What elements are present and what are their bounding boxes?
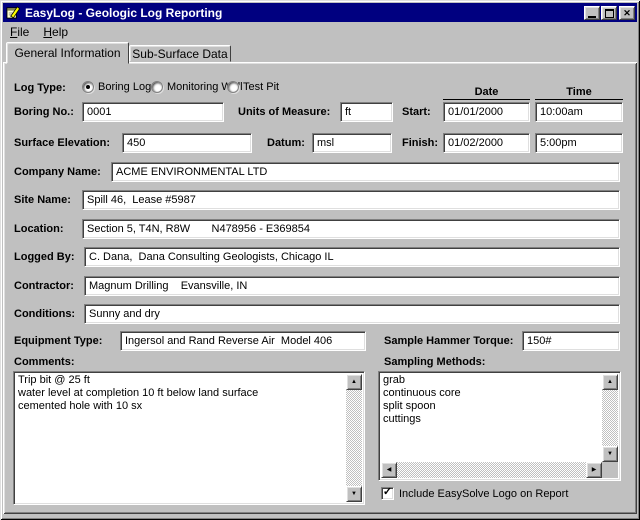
scroll-up-icon: ▲ bbox=[351, 379, 357, 385]
datum-label: Datum: bbox=[267, 137, 305, 149]
scroll-down-button[interactable]: ▼ bbox=[602, 446, 618, 462]
site-name-label: Site Name: bbox=[14, 194, 71, 206]
menu-item-help[interactable]: Help bbox=[36, 23, 75, 41]
finish-date-input[interactable]: 01/02/2000 bbox=[443, 133, 530, 153]
notepad-pencil-icon bbox=[6, 6, 21, 19]
scroll-up-icon: ▲ bbox=[607, 379, 613, 385]
scrollbar-corner bbox=[602, 462, 618, 478]
start-date-input[interactable]: 01/01/2000 bbox=[443, 102, 530, 122]
sampling-methods-label: Sampling Methods: bbox=[384, 356, 486, 368]
sample-hammer-torque-label: Sample Hammer Torque: bbox=[384, 335, 514, 347]
maximize-icon bbox=[604, 8, 614, 18]
logo-checkbox-label: Include EasySolve Logo on Report bbox=[399, 487, 569, 500]
radio-icon bbox=[227, 81, 239, 93]
radio-boring-log[interactable]: Boring Log bbox=[82, 81, 151, 93]
scrollbar-track[interactable] bbox=[397, 462, 586, 478]
minimize-icon bbox=[588, 15, 596, 18]
start-time-input[interactable]: 10:00am bbox=[535, 102, 623, 122]
boring-no-input[interactable]: 0001 bbox=[82, 102, 224, 122]
logo-checkbox-row[interactable]: ✓ Include EasySolve Logo on Report bbox=[381, 487, 568, 500]
comments-text: Trip bit @ 25 ft water level at completi… bbox=[18, 374, 259, 412]
units-of-measure-input[interactable]: ft bbox=[340, 102, 393, 122]
sampling-vertical-scrollbar[interactable]: ▲ ▼ bbox=[602, 374, 618, 462]
logged-by-input[interactable]: C. Dana, Dana Consulting Geologists, Chi… bbox=[84, 247, 620, 267]
start-label: Start: bbox=[402, 106, 431, 118]
contractor-label: Contractor: bbox=[14, 280, 74, 292]
boring-no-label: Boring No.: bbox=[14, 106, 74, 118]
close-icon: ✕ bbox=[623, 7, 631, 18]
checkbox-icon[interactable]: ✓ bbox=[381, 487, 394, 500]
list-item[interactable]: continuous core bbox=[383, 387, 600, 400]
scroll-right-button[interactable]: ▶ bbox=[586, 462, 602, 478]
scroll-right-icon: ▶ bbox=[591, 467, 597, 473]
scroll-down-icon: ▼ bbox=[351, 491, 357, 497]
datum-input[interactable]: msl bbox=[312, 133, 392, 153]
menu-bar: File Help bbox=[3, 22, 637, 41]
window-title: EasyLog - Geologic Log Reporting bbox=[25, 5, 223, 20]
log-type-label: Log Type: bbox=[14, 82, 66, 94]
app-window: EasyLog - Geologic Log Reporting ✕ File … bbox=[0, 0, 640, 520]
check-icon: ✓ bbox=[382, 486, 393, 498]
minimize-button[interactable] bbox=[584, 6, 600, 20]
location-input[interactable]: Section 5, T4N, R8W N478956 - E369854 bbox=[82, 219, 620, 239]
surface-elevation-label: Surface Elevation: bbox=[14, 137, 110, 149]
radio-icon bbox=[151, 81, 163, 93]
tab-sub-surface-data[interactable]: Sub-Surface Data bbox=[129, 45, 231, 62]
scroll-down-button[interactable]: ▼ bbox=[346, 486, 362, 502]
radio-icon bbox=[82, 81, 94, 93]
logged-by-label: Logged By: bbox=[14, 251, 75, 263]
comments-textarea[interactable]: Trip bit @ 25 ft water level at completi… bbox=[13, 371, 365, 505]
sampling-horizontal-scrollbar[interactable]: ◀ ▶ bbox=[381, 462, 602, 478]
scroll-up-button[interactable]: ▲ bbox=[346, 374, 362, 390]
title-bar[interactable]: EasyLog - Geologic Log Reporting bbox=[3, 3, 637, 22]
menu-item-file[interactable]: File bbox=[3, 23, 36, 41]
tab-general-information[interactable]: General Information bbox=[6, 42, 129, 64]
list-item[interactable]: grab bbox=[383, 374, 600, 387]
site-name-input[interactable]: Spill 46, Lease #5987 bbox=[82, 190, 620, 210]
finish-label: Finish: bbox=[402, 137, 439, 149]
date-column-header: Date bbox=[443, 86, 530, 100]
scrollbar-track[interactable] bbox=[602, 390, 618, 446]
time-column-header: Time bbox=[535, 86, 623, 100]
conditions-input[interactable]: Sunny and dry bbox=[84, 304, 620, 324]
scroll-up-button[interactable]: ▲ bbox=[602, 374, 618, 390]
units-of-measure-label: Units of Measure: bbox=[238, 106, 331, 118]
list-item[interactable]: cuttings bbox=[383, 413, 600, 426]
scroll-down-icon: ▼ bbox=[607, 451, 613, 457]
finish-time-input[interactable]: 5:00pm bbox=[535, 133, 623, 153]
radio-test-pit[interactable]: Test Pit bbox=[227, 81, 279, 93]
scroll-left-button[interactable]: ◀ bbox=[381, 462, 397, 478]
scrollbar-track[interactable] bbox=[346, 390, 362, 486]
surface-elevation-input[interactable]: 450 bbox=[122, 133, 252, 153]
location-label: Location: bbox=[14, 223, 64, 235]
equipment-type-label: Equipment Type: bbox=[14, 335, 103, 347]
sampling-methods-listbox[interactable]: grab continuous core split spoon cutting… bbox=[378, 371, 621, 481]
contractor-input[interactable]: Magnum Drilling Evansville, IN bbox=[84, 276, 620, 296]
sample-hammer-torque-input[interactable]: 150# bbox=[522, 331, 620, 351]
company-name-label: Company Name: bbox=[14, 166, 101, 178]
conditions-label: Conditions: bbox=[14, 308, 76, 320]
sampling-methods-list: grab continuous core split spoon cutting… bbox=[383, 374, 600, 462]
comments-label: Comments: bbox=[14, 356, 75, 368]
comments-vertical-scrollbar[interactable]: ▲ ▼ bbox=[346, 374, 362, 502]
list-item[interactable]: split spoon bbox=[383, 400, 600, 413]
maximize-button[interactable] bbox=[601, 6, 617, 20]
company-name-input[interactable]: ACME ENVIRONMENTAL LTD bbox=[111, 162, 620, 182]
scroll-left-icon: ◀ bbox=[386, 467, 392, 473]
close-button[interactable]: ✕ bbox=[619, 6, 635, 20]
equipment-type-input[interactable]: Ingersol and Rand Reverse Air Model 406 bbox=[120, 331, 366, 351]
